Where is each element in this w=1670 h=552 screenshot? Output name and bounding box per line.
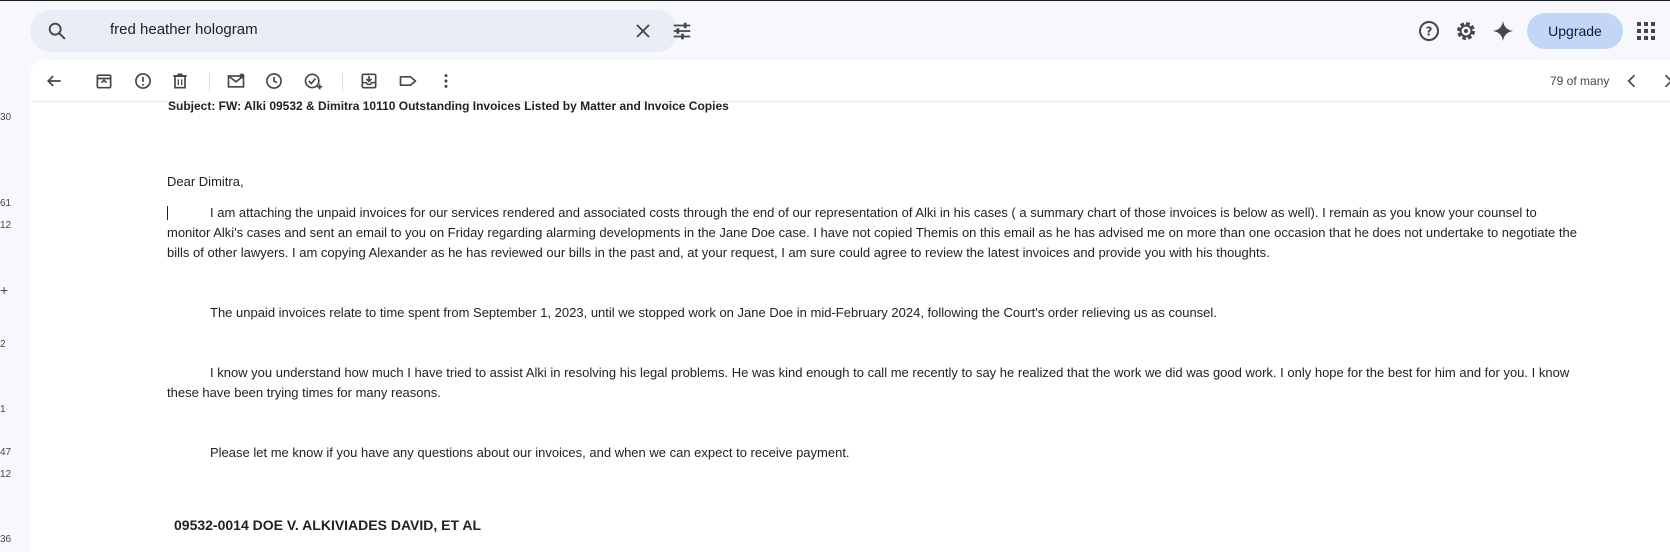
label-tag-icon[interactable] xyxy=(398,71,418,91)
mark-unread-icon[interactable] xyxy=(226,71,246,91)
email-paragraph-line: Please let me know if you have any quest… xyxy=(210,445,850,460)
snooze-clock-icon[interactable] xyxy=(264,71,284,91)
message-position-count: 79 of many xyxy=(1550,74,1610,88)
search-input[interactable]: fred heather hologram xyxy=(110,21,258,38)
search-bar[interactable]: fred heather hologram xyxy=(30,10,691,52)
text-cursor xyxy=(167,206,168,220)
top-bar: fred heather hologram ? Upgrade xyxy=(0,0,1670,60)
clear-search-icon[interactable] xyxy=(632,20,654,42)
email-paragraph-line: I know you understand how much I have tr… xyxy=(210,365,1570,380)
add-to-tasks-icon[interactable] xyxy=(303,71,323,91)
message-panel: 79 of many Subject: FW: Alki 09532 & Dim… xyxy=(30,60,1670,552)
nav-count: 1 xyxy=(0,404,6,415)
report-spam-icon[interactable] xyxy=(133,71,153,91)
nav-count: 36 xyxy=(0,534,12,545)
archive-icon[interactable] xyxy=(94,71,114,91)
nav-count: 30 xyxy=(0,112,12,123)
delete-trash-icon[interactable] xyxy=(170,71,190,91)
help-icon[interactable]: ? xyxy=(1417,19,1441,43)
nav-count: 47 xyxy=(0,447,12,458)
toolbar-divider xyxy=(342,73,343,91)
search-icon[interactable] xyxy=(46,20,68,42)
nav-count: 12 xyxy=(0,469,12,480)
nav-compose-plus[interactable]: + xyxy=(0,282,8,298)
nav-count: 12 xyxy=(0,220,12,231)
nav-count: 61 xyxy=(0,198,12,209)
email-paragraph-line: The unpaid invoices relate to time spent… xyxy=(210,305,1217,320)
more-options-icon[interactable] xyxy=(436,71,456,91)
search-options-icon[interactable] xyxy=(671,20,693,42)
matter-heading: 09532-0014 DOE V. ALKIVIADES DAVID, ET A… xyxy=(174,517,482,533)
back-arrow-icon[interactable] xyxy=(44,71,64,91)
upgrade-button[interactable]: Upgrade xyxy=(1527,13,1623,49)
gemini-sparkle-icon[interactable] xyxy=(1491,19,1515,43)
toolbar-divider xyxy=(209,73,210,91)
left-nav-counts: 30 61 12 + 2 1 47 12 36 xyxy=(0,60,30,552)
older-chevron-right-icon[interactable] xyxy=(1658,71,1670,91)
settings-gear-icon[interactable] xyxy=(1454,19,1478,43)
move-to-inbox-icon[interactable] xyxy=(359,71,379,91)
svg-text:?: ? xyxy=(1426,25,1433,39)
apps-grid-icon[interactable] xyxy=(1634,19,1658,43)
email-greeting: Dear Dimitra, xyxy=(167,174,244,189)
nav-count: 2 xyxy=(0,339,6,350)
newer-chevron-left-icon[interactable] xyxy=(1622,71,1642,91)
email-paragraph-line: these have been trying times for many re… xyxy=(167,385,441,400)
email-subject-line: Subject: FW: Alki 09532 & Dimitra 10110 … xyxy=(168,99,729,113)
email-paragraph-line: bills of other lawyers. I am copying Ale… xyxy=(167,245,1270,260)
email-paragraph-line: monitor Alki's cases and sent an email t… xyxy=(167,225,1577,240)
email-paragraph-line: I am attaching the unpaid invoices for o… xyxy=(210,205,1537,220)
